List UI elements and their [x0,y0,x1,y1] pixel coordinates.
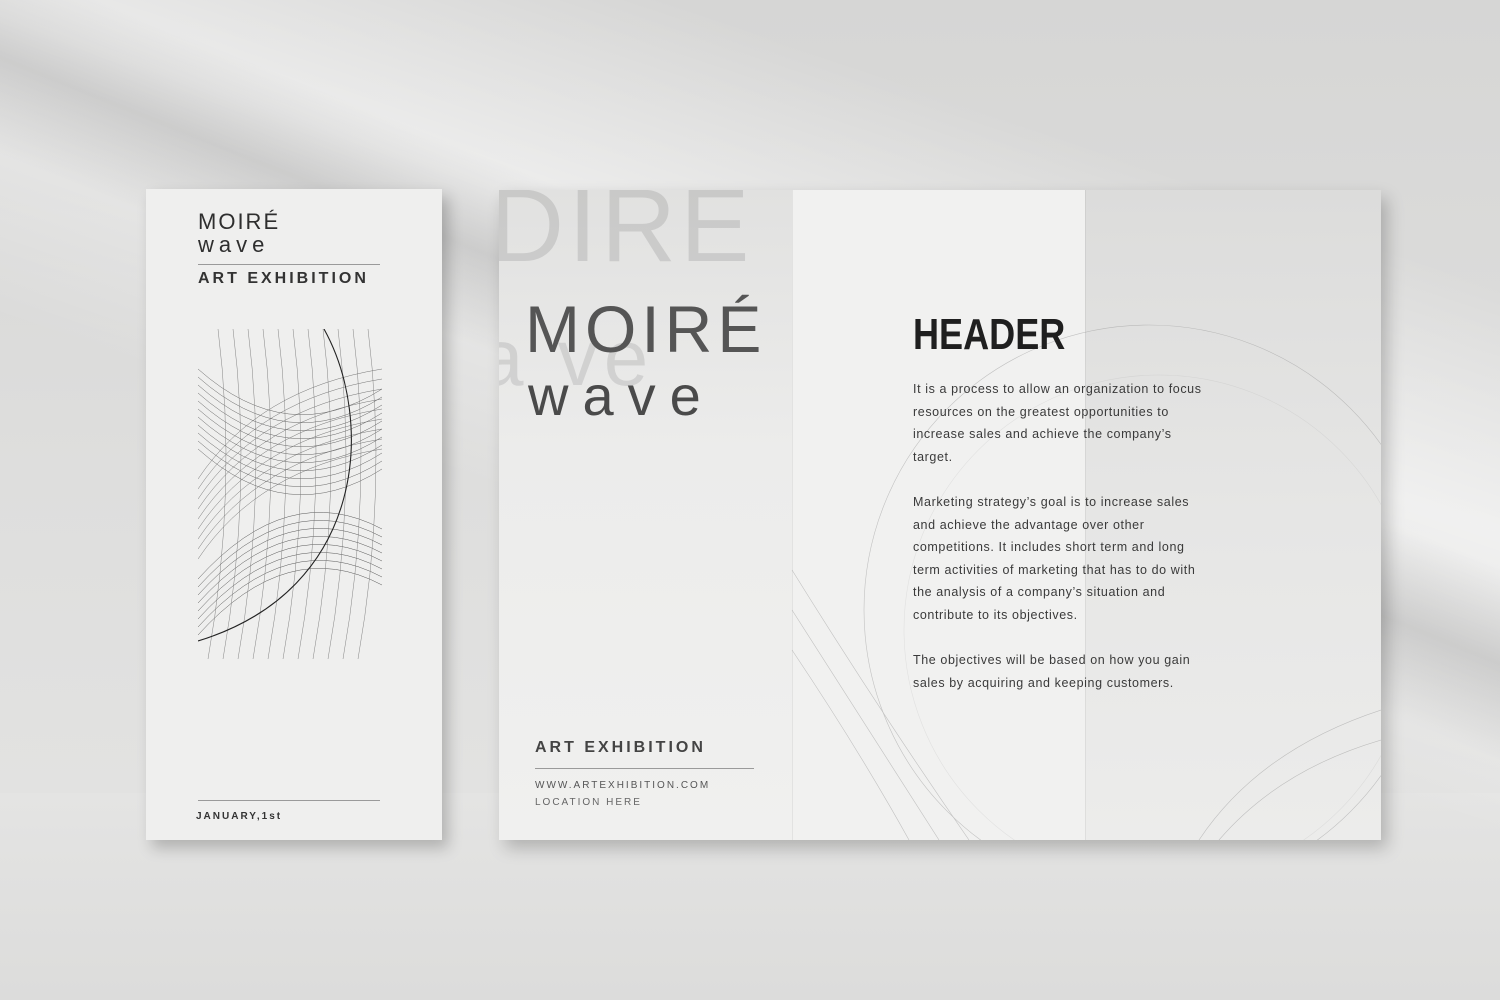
brochure-logo-line1: MOIRÉ [525,292,767,366]
brochure-website: WWW.ARTEXHIBITION.COM [535,780,711,791]
trifold-brochure: DIRE a ve MOIRÉ wave ART EXHIBITION WWW.… [499,190,1381,840]
brochure-location: LOCATION HERE [535,797,642,808]
body-paragraph-2: Marketing strategy’s goal is to increase… [913,495,1196,622]
flyer-logo-line2: wave [198,232,270,257]
body-paragraph-3: The objectives will be based on how you … [913,653,1191,690]
flyer-logo-line1: MOIRÉ [198,209,281,234]
flyer-divider-top [198,264,380,265]
brochure-logo-line2: wave [528,364,715,427]
brochure-title: ART EXHIBITION [535,739,706,756]
flyer-date: JANUARY,1st [196,811,283,822]
brochure-header: HEADER [913,310,1066,359]
flyer-title: ART EXHIBITION [198,270,369,287]
flyer-divider-bottom [198,800,380,801]
body-paragraph-1: It is a process to allow an organization… [913,382,1202,464]
brochure-ghost-text: DIRE [499,190,754,284]
dl-flyer: MOIRÉ wave ART EXHIBITION JANUARY,1st [146,189,442,840]
brochure-divider [535,768,754,769]
moire-wave-pattern-icon [198,329,382,659]
